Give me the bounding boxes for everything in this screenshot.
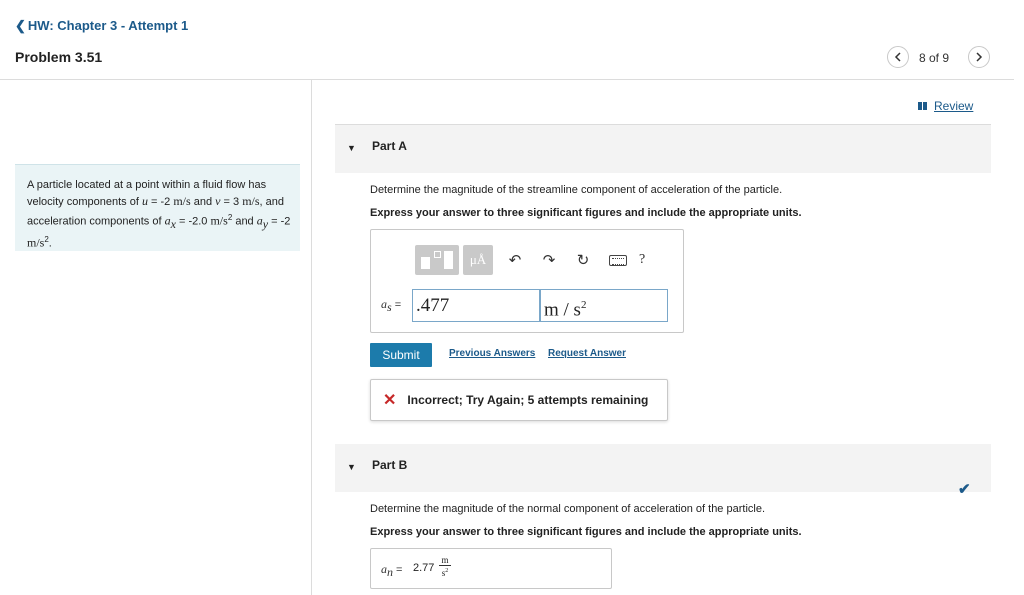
answer-value: 2.77 (413, 562, 435, 574)
prev-problem-button[interactable] (887, 46, 909, 68)
unit-numerator: m (439, 555, 451, 566)
problem-text: and (232, 215, 257, 228)
part-a-instruction: Determine the magnitude of the streamlin… (370, 184, 783, 196)
units-button[interactable]: μÅ (463, 245, 493, 275)
part-b-instruction: Determine the magnitude of the normal co… (370, 503, 766, 515)
collapse-triangle-icon: ▼ (347, 462, 356, 472)
problem-text: = -2 (147, 196, 174, 208)
keyboard-icon[interactable] (609, 254, 627, 266)
column-divider (311, 80, 312, 595)
problem-text: and (190, 196, 216, 208)
page-title: Problem 3.51 (15, 49, 103, 65)
part-b-title: Part B (372, 458, 408, 472)
checkmark-icon: ✔ (958, 481, 971, 498)
answer-value-input[interactable]: .477 (412, 289, 540, 322)
chevron-left-icon: ❮ (15, 18, 26, 33)
problem-text: = -2.0 (175, 215, 211, 228)
chevron-right-icon (976, 52, 983, 62)
answer-unit-fraction: m s2 (439, 555, 451, 578)
answer-units-input[interactable]: m / s2 (540, 289, 668, 322)
review-label: Review (934, 99, 974, 113)
unit-den-exp: 2 (445, 568, 449, 574)
part-a-hint: Express your answer to three significant… (370, 207, 802, 219)
units-exp: 2 (580, 299, 587, 311)
review-link[interactable]: Review (918, 99, 973, 113)
part-b-hint: Express your answer to three significant… (370, 526, 802, 538)
part-a-header[interactable]: ▼ Part A (335, 125, 991, 173)
answer-eq: = (393, 564, 403, 576)
unit-denominator: s2 (442, 568, 449, 578)
part-b-answer-box: an = 2.77 m s2 (370, 548, 612, 589)
templates-button[interactable] (415, 245, 459, 275)
unit-v: m/s (242, 194, 260, 208)
pager-text: 8 of 9 (919, 51, 950, 65)
math-toolbar: μÅ ↶ ↷ ↻ ? (415, 245, 645, 275)
problem-text: = 3 (220, 196, 243, 208)
feedback-text: Incorrect; Try Again; 5 attempts remaini… (407, 393, 649, 407)
unit-ay: m/s (27, 235, 45, 250)
problem-statement: A particle located at a point within a f… (15, 164, 300, 251)
review-icon (918, 99, 928, 110)
help-icon[interactable]: ? (639, 252, 645, 268)
part-a-answer-box: μÅ ↶ ↷ ↻ ? as = .477 m / s2 (370, 229, 684, 333)
chevron-left-icon (894, 52, 901, 62)
feedback-box: ✕ Incorrect; Try Again; 5 attempts remai… (370, 379, 668, 421)
answer-eq: = (391, 299, 402, 311)
problem-text: . (48, 237, 52, 250)
previous-answers-link[interactable]: Previous Answers (449, 348, 535, 359)
hw-title: HW: Chapter 3 - Attempt 1 (27, 18, 189, 33)
part-b-header[interactable]: ▼ Part B (335, 444, 991, 492)
header-divider (0, 79, 1014, 80)
units-base: m / s (544, 299, 581, 321)
unit-ax: m/s (210, 213, 228, 228)
incorrect-x-icon: ✕ (383, 392, 397, 409)
part-a-title: Part A (372, 139, 407, 153)
hw-back-link[interactable]: ❮ HW: Chapter 3 - Attempt 1 (15, 18, 188, 34)
next-problem-button[interactable] (968, 46, 990, 68)
request-answer-link[interactable]: Request Answer (548, 348, 626, 359)
collapse-triangle-icon: ▼ (347, 143, 356, 153)
problem-text: = -2 (268, 215, 291, 228)
answer-label: as = (381, 297, 401, 315)
template-icon (421, 257, 430, 269)
answer-label: an = (381, 562, 402, 580)
submit-button[interactable]: Submit (370, 343, 432, 367)
redo-icon[interactable]: ↷ (537, 245, 561, 275)
undo-icon[interactable]: ↶ (503, 245, 527, 275)
template-icon (434, 251, 441, 258)
reset-icon[interactable]: ↻ (571, 245, 595, 275)
unit-u: m/s (173, 194, 191, 208)
template-icon (444, 251, 453, 269)
